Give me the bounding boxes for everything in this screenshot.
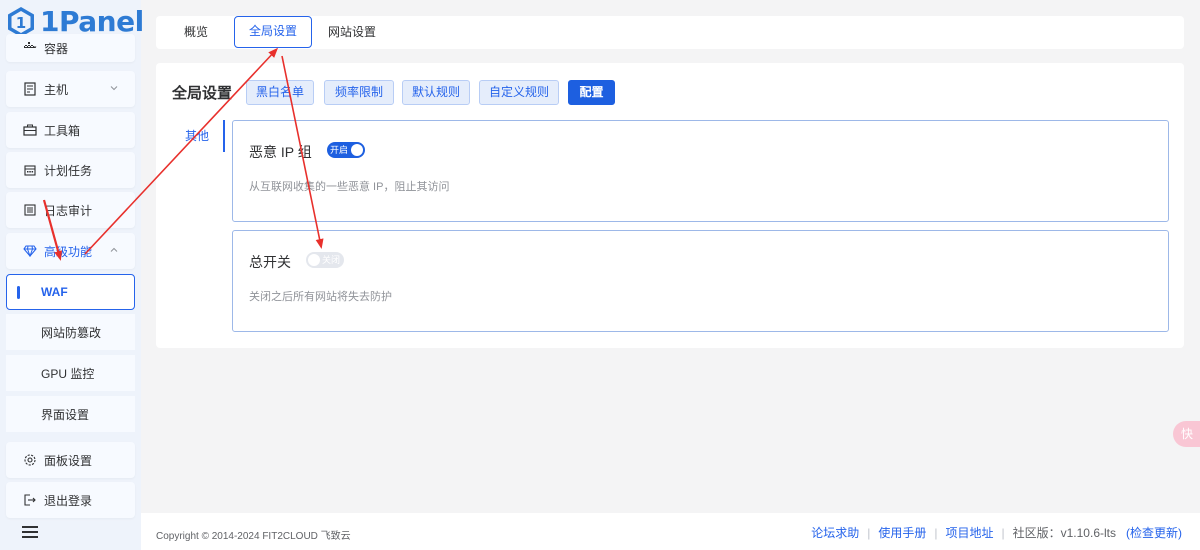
logout-icon (23, 493, 37, 507)
version-text: 社区版：v1.10.6-lts (1012, 526, 1116, 540)
sidebar-item-label: 容器 (44, 41, 69, 56)
switch-knob (351, 144, 363, 156)
separator: | (1001, 525, 1005, 540)
sidebar-item-toolbox[interactable]: 工具箱 (6, 112, 135, 148)
switch-label: 开启 (330, 145, 349, 155)
active-indicator (17, 286, 20, 299)
sidebar-item-label: 面板设置 (44, 453, 93, 468)
project-link[interactable]: 项目地址 (945, 524, 993, 541)
sidebar-item-label: 日志审计 (44, 203, 93, 218)
switch-knob (308, 254, 320, 266)
sidebar-item-label: 主机 (44, 82, 69, 97)
global-settings-card: 全局设置 黑白名单 频率限制 默认规则 自定义规则 配置 其他 恶意 IP 组 … (156, 63, 1184, 348)
calendar-icon (23, 163, 37, 177)
sidebar-item-advanced[interactable]: 高级功能 (6, 233, 135, 269)
host-icon (23, 82, 37, 96)
tab-website-settings[interactable]: 网站设置 (322, 16, 382, 49)
sidebar-item-label: 退出登录 (44, 493, 93, 508)
panel-title: 总开关 (249, 254, 291, 270)
switch-label: 关闭 (321, 255, 340, 265)
chevron-down-icon (110, 86, 118, 91)
separator: | (934, 525, 938, 540)
malicious-ip-panel: 恶意 IP 组 开启 从互联网收集的一些恶意 IP，阻止其访问 (232, 120, 1169, 222)
chevron-up-icon (110, 247, 118, 252)
side-tab-other[interactable]: 其他 (170, 120, 225, 152)
separator: | (867, 525, 871, 540)
sidebar-subitem-ui-settings[interactable]: 界面设置 (6, 396, 135, 432)
config-button[interactable]: 配置 (568, 80, 615, 105)
whitelist-button[interactable]: 黑白名单 (246, 80, 314, 105)
panel-title: 恶意 IP 组 (249, 144, 312, 160)
log-icon (23, 203, 37, 217)
sidebar-item-log-audit[interactable]: 日志审计 (6, 192, 135, 228)
master-switch[interactable]: 关闭 (306, 252, 344, 268)
sidebar-subitem-waf[interactable]: WAF (6, 274, 135, 310)
sidebar-subitem-gpu[interactable]: GPU 监控 (6, 355, 135, 391)
sidebar: 1 1Panel 容器 主机 工具箱 计划任务 日志审计 高级功能 WAF 网站… (0, 0, 144, 550)
sidebar-item-host[interactable]: 主机 (6, 71, 135, 107)
sidebar-item-label: 计划任务 (44, 163, 93, 178)
sidebar-subitem-label: 界面设置 (41, 407, 90, 422)
rate-limit-button[interactable]: 频率限制 (324, 80, 394, 105)
default-rules-button[interactable]: 默认规则 (402, 80, 470, 105)
sidebar-item-logout[interactable]: 退出登录 (6, 482, 135, 518)
svg-text:1: 1 (16, 14, 26, 32)
footer: Copyright © 2014-2024 FIT2CLOUD 飞致云 论坛求助… (141, 513, 1200, 550)
tab-global-settings[interactable]: 全局设置 (234, 16, 312, 48)
tab-overview[interactable]: 概览 (170, 16, 222, 49)
check-update-link[interactable]: (检查更新) (1126, 524, 1182, 541)
copyright-text: Copyright © 2014-2024 FIT2CLOUD 飞致云 (156, 531, 351, 542)
float-assistant-button[interactable]: 快 (1173, 421, 1200, 447)
sidebar-subitem-label: GPU 监控 (41, 366, 95, 381)
gear-icon (23, 453, 37, 467)
top-tabs: 概览 全局设置 网站设置 (156, 16, 1184, 49)
malicious-ip-switch[interactable]: 开启 (327, 142, 365, 158)
container-icon (23, 41, 37, 55)
collapse-menu-icon[interactable] (22, 525, 38, 539)
sidebar-item-panel-settings[interactable]: 面板设置 (6, 442, 135, 478)
sidebar-item-label: 工具箱 (44, 123, 81, 138)
panel-description: 关闭之后所有网站将失去防护 (249, 291, 392, 303)
sidebar-subitem-label: WAF (41, 285, 68, 299)
custom-rules-button[interactable]: 自定义规则 (479, 80, 559, 105)
sidebar-item-label: 高级功能 (44, 244, 93, 259)
diamond-icon (23, 244, 37, 258)
sidebar-subitem-label: 网站防篡改 (41, 325, 102, 340)
sidebar-item-container[interactable]: 容器 (6, 34, 135, 62)
sidebar-item-cronjob[interactable]: 计划任务 (6, 152, 135, 188)
panel-description: 从互联网收集的一些恶意 IP，阻止其访问 (249, 181, 450, 193)
footer-links: 论坛求助 | 使用手册 | 项目地址 | 社区版：v1.10.6-lts (检查… (811, 524, 1182, 541)
manual-link[interactable]: 使用手册 (878, 524, 926, 541)
sidebar-subitem-tamper[interactable]: 网站防篡改 (6, 314, 135, 350)
toolbox-icon (23, 123, 37, 137)
forum-link[interactable]: 论坛求助 (811, 524, 859, 541)
page-title: 全局设置 (172, 85, 233, 102)
master-switch-panel: 总开关 关闭 关闭之后所有网站将失去防护 (232, 230, 1169, 332)
